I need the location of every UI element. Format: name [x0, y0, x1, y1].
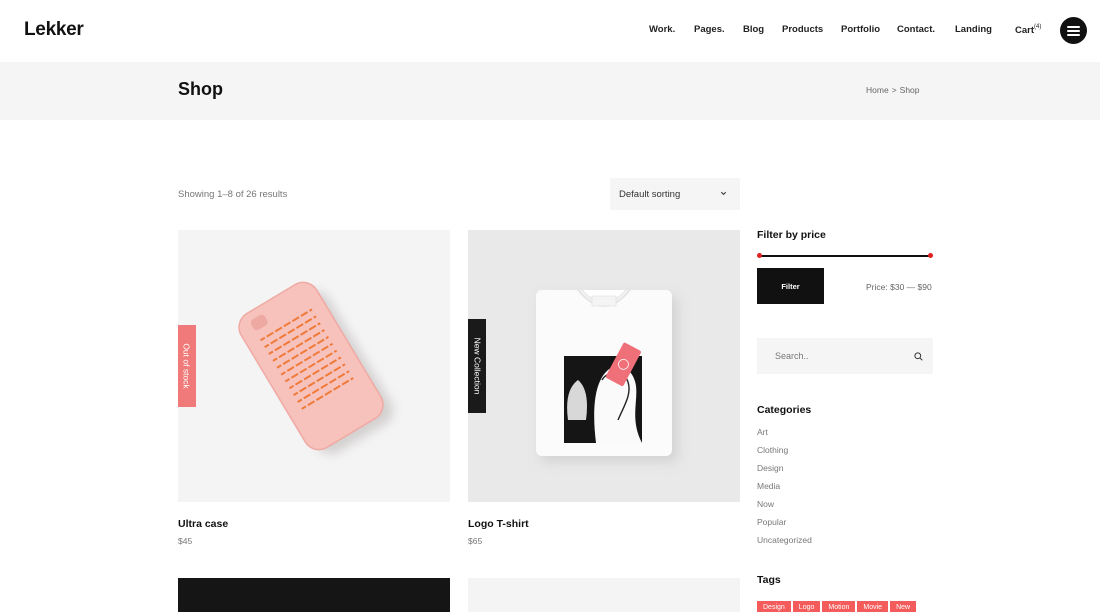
- product-card[interactable]: Out of stock Ultra case $45: [178, 230, 450, 546]
- result-count: Showing 1–8 of 26 results: [178, 189, 288, 200]
- price-range-min: $30: [890, 282, 905, 292]
- hamburger-icon-line: [1067, 34, 1080, 36]
- nav-item-products[interactable]: Products: [782, 24, 823, 35]
- product-price: $65: [468, 536, 483, 546]
- category-item-uncategorized[interactable]: Uncategorized: [757, 534, 812, 552]
- category-item-popular[interactable]: Popular: [757, 516, 812, 534]
- price-slider-max-handle[interactable]: [928, 253, 933, 258]
- new-collection-badge: New Collection: [468, 319, 486, 413]
- filter-button[interactable]: Filter: [757, 268, 824, 304]
- tags-title: Tags: [757, 574, 781, 586]
- page-title: Shop: [178, 79, 223, 99]
- product-card-image-partial[interactable]: [178, 578, 450, 612]
- site-header: Lekker Work. Pages. Blog Products Portfo…: [0, 0, 1100, 62]
- breadcrumb-home[interactable]: Home: [866, 85, 889, 95]
- hamburger-menu-button[interactable]: [1060, 17, 1087, 44]
- nav-item-pages[interactable]: Pages.: [694, 24, 725, 35]
- main-nav: Work. Pages. Blog Products Portfolio Con…: [0, 24, 1100, 38]
- out-of-stock-badge: Out of stock: [178, 325, 196, 407]
- tag-movie[interactable]: Movie: [857, 601, 889, 612]
- filter-by-price-title: Filter by price: [757, 229, 826, 241]
- nav-item-landing[interactable]: Landing: [955, 24, 992, 35]
- categories-list: Art Clothing Design Media Now Popular Un…: [757, 426, 812, 552]
- price-slider-track[interactable]: [757, 253, 933, 258]
- search-input[interactable]: [757, 338, 907, 374]
- breadcrumb: Home > Shop: [866, 85, 920, 95]
- sorting-select[interactable]: Default sorting: [610, 178, 740, 210]
- tag-design[interactable]: Design: [757, 601, 791, 612]
- category-item-art[interactable]: Art: [757, 426, 812, 444]
- product-card-image-partial[interactable]: [468, 578, 740, 612]
- category-item-now[interactable]: Now: [757, 498, 812, 516]
- price-range-prefix: Price:: [866, 282, 888, 292]
- category-item-media[interactable]: Media: [757, 480, 812, 498]
- nav-item-cart[interactable]: Cart(4): [1015, 24, 1042, 37]
- price-range-label: Price: $30 — $90: [866, 282, 932, 292]
- nav-item-contact[interactable]: Contact.: [897, 24, 935, 35]
- price-range-max: $90: [917, 282, 932, 292]
- price-range-dash: —: [906, 282, 916, 292]
- hamburger-icon: [1067, 26, 1080, 28]
- categories-title: Categories: [757, 404, 812, 416]
- phone-case-image[interactable]: Out of stock: [178, 230, 450, 502]
- nav-item-blog[interactable]: Blog: [743, 24, 764, 35]
- hamburger-icon-line: [1067, 30, 1080, 32]
- category-item-clothing[interactable]: Clothing: [757, 444, 812, 462]
- tag-cloud: Design Logo Motion Movie New: [757, 601, 917, 612]
- product-price: $45: [178, 536, 193, 546]
- tag-logo[interactable]: Logo: [792, 601, 821, 612]
- tag-motion[interactable]: Motion: [822, 601, 856, 612]
- product-name[interactable]: Logo T-shirt: [468, 518, 529, 530]
- phone-case-illustration: [238, 281, 394, 455]
- page-title-band: Shop Home > Shop: [0, 62, 1100, 120]
- nav-item-portfolio[interactable]: Portfolio: [841, 24, 880, 35]
- product-card[interactable]: New Collection Logo T-shirt $65: [468, 230, 740, 546]
- chevron-down-icon: [720, 191, 727, 196]
- nav-item-work[interactable]: Work.: [649, 24, 675, 35]
- breadcrumb-current: Shop: [899, 85, 920, 95]
- search-icon[interactable]: [914, 352, 923, 361]
- badge-label: New Collection: [472, 337, 483, 395]
- search-widget: [757, 338, 933, 374]
- cart-count: (4): [1034, 24, 1042, 30]
- tag-new[interactable]: New: [890, 601, 917, 612]
- badge-label: Out of stock: [182, 343, 193, 389]
- tshirt-image[interactable]: New Collection: [468, 230, 740, 502]
- price-slider-min-handle[interactable]: [757, 253, 762, 258]
- cart-label: Cart: [1015, 25, 1035, 37]
- sorting-selected-label: Default sorting: [619, 189, 681, 200]
- tshirt-illustration: [536, 289, 678, 462]
- product-name[interactable]: Ultra case: [178, 518, 228, 530]
- category-item-design[interactable]: Design: [757, 462, 812, 480]
- breadcrumb-separator: >: [891, 85, 897, 95]
